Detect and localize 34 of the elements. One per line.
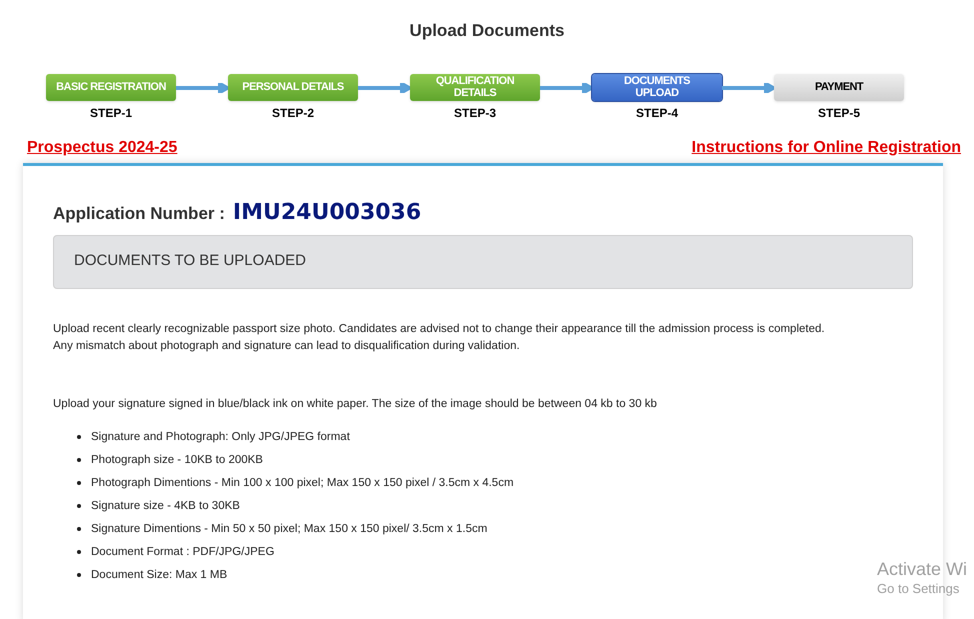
bullet-icon — [77, 458, 81, 462]
page-title: Upload Documents — [410, 20, 564, 42]
arrow-icon — [358, 82, 410, 92]
requirement-text: Photograph size - 10KB to 200KB — [91, 452, 263, 468]
arrow-icon — [540, 82, 592, 92]
overlay-text: Go to Settings — [877, 580, 960, 597]
instruction-text: Any mismatch about photograph and signature can lead to disqualification during validation. — [53, 338, 521, 354]
step-number: STEP-1 — [90, 104, 132, 122]
requirement-text: Signature and Photograph: Only JPG/JPEG format — [91, 430, 350, 445]
requirement-text: Signature Dimentions - Min 50 x 50 pixel; Max 150 x 150 pixel/ 3.5cm x 1.5cm — [91, 522, 488, 537]
step-number: STEP-4 — [636, 104, 678, 122]
bullet-icon — [77, 573, 81, 578]
instruction-text: Upload your signature signed in blue/black ink on white paper. The size of the image should be between 04 kb to 30 kb — [53, 396, 658, 412]
requirement-text: Document Format : PDF/JPG/JPEG — [91, 544, 274, 560]
document-link[interactable]: Instructions for Online Registration — [692, 136, 961, 160]
section-header: DOCUMENTS TO BE UPLOADED — [53, 234, 913, 288]
overlay-text: Activate Wi — [877, 558, 968, 580]
arrow-icon — [722, 82, 774, 92]
step-number: STEP-3 — [454, 104, 496, 122]
bullet-icon — [77, 481, 81, 486]
document-link[interactable]: Prospectus 2024-25 — [27, 136, 178, 160]
application-number: IMU24U003036 — [232, 198, 422, 226]
instruction-text: Upload recent clearly recognizable passport size photo. Candidates are advised not to change their appearance till the admission process is completed. — [53, 322, 826, 336]
bullet-icon — [77, 504, 81, 508]
arrow-icon — [176, 82, 228, 92]
bullet-icon — [77, 435, 81, 440]
requirement-text: Photograph Dimentions - Min 100 x 100 pixel; Max 150 x 150 pixel / 3.5cm x 4.5cm — [91, 476, 514, 491]
requirement-text: Signature size - 4KB to 30KB — [91, 498, 240, 514]
bullet-icon — [77, 550, 81, 554]
step-number: STEP-5 — [818, 104, 860, 122]
requirement-text: Document Size: Max 1 MB — [91, 568, 228, 583]
bullet-icon — [77, 527, 81, 532]
application-label: Application Number : — [53, 202, 225, 224]
step-number: STEP-2 — [272, 104, 314, 122]
